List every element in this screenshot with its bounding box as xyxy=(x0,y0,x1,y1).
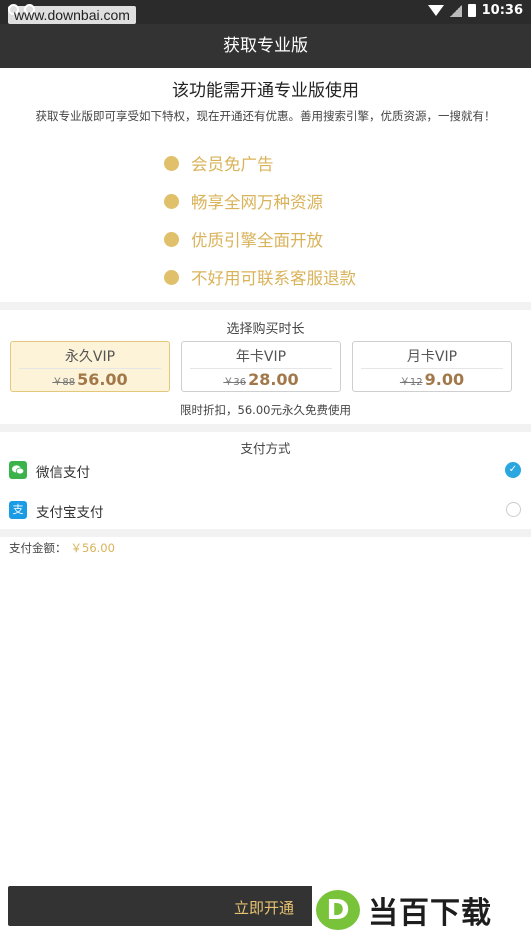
feature-item: 会员免广告 xyxy=(164,144,356,182)
brand-logo-icon: D xyxy=(316,890,360,930)
plan-new-price: 56.00 xyxy=(77,370,128,389)
payment-method-alipay[interactable]: 支 支付宝支付 xyxy=(0,493,531,529)
plan-monthly-vip[interactable]: 月卡VIP ￥12 9.00 xyxy=(352,341,512,392)
intro-heading: 该功能需开通专业版使用 xyxy=(172,81,359,101)
feature-label: 不好用可联系客服退款 xyxy=(191,269,356,288)
bullet-icon xyxy=(164,231,179,247)
status-time: 10:36 xyxy=(481,3,523,18)
section-divider xyxy=(0,529,531,537)
feature-label: 优质引擎全面开放 xyxy=(191,231,323,250)
activate-now-label: 立即开通 xyxy=(234,899,295,917)
radio-unchecked-icon[interactable] xyxy=(506,502,521,517)
plan-old-price: ￥12 xyxy=(399,377,423,388)
plan-price: ￥36 28.00 xyxy=(190,368,332,389)
feature-label: 会员免广告 xyxy=(191,155,274,174)
bullet-icon xyxy=(164,193,179,209)
section-divider xyxy=(0,302,531,310)
cell-signal-icon xyxy=(449,4,462,17)
feature-label: 畅享全网万种资源 xyxy=(191,193,323,212)
radio-checked-icon[interactable]: ✓ xyxy=(505,462,521,478)
plan-new-price: 9.00 xyxy=(424,370,465,389)
plan-price: ￥88 56.00 xyxy=(19,368,161,389)
watermark: www.downbai.com xyxy=(8,6,136,24)
brand-logo-text: 当百下载 xyxy=(368,896,492,931)
feature-item: 优质引擎全面开放 xyxy=(164,220,356,258)
alipay-icon: 支 xyxy=(9,501,27,519)
payment-method-label: 微信支付 xyxy=(36,465,90,481)
payment-amount-label: 支付金额： xyxy=(9,541,67,555)
battery-icon xyxy=(467,4,476,17)
wifi-icon xyxy=(427,5,444,16)
bullet-icon xyxy=(164,269,179,285)
plan-price: ￥12 9.00 xyxy=(361,368,503,389)
page-title: 获取专业版 xyxy=(0,24,531,68)
payment-method-wechat[interactable]: 微信支付 ✓ xyxy=(0,453,531,489)
plan-name: 永久VIP xyxy=(64,349,116,365)
feature-item: 畅享全网万种资源 xyxy=(164,182,356,220)
plan-name: 年卡VIP xyxy=(235,349,287,365)
status-bar: 10:36 www.downbai.com xyxy=(0,0,531,24)
plan-lifetime-vip[interactable]: 永久VIP ￥88 56.00 xyxy=(10,341,170,392)
plan-name: 月卡VIP xyxy=(406,349,458,365)
payment-amount-value: ￥56.00 xyxy=(70,541,115,555)
brand-watermark-logo: D 当百下载 xyxy=(312,886,522,934)
plan-yearly-vip[interactable]: 年卡VIP ￥36 28.00 xyxy=(181,341,341,392)
promo-note: 限时折扣，56.00元永久免费使用 xyxy=(180,403,351,417)
bullet-icon xyxy=(164,155,179,171)
plan-old-price: ￥36 xyxy=(223,377,247,388)
intro-subtitle: 获取专业版即可享受如下特权，现在开通还有优惠。善用搜索引擎，优质资源，一搜就有！ xyxy=(35,109,496,123)
feature-list: 会员免广告 畅享全网万种资源 优质引擎全面开放 不好用可联系客服退款 xyxy=(164,144,356,296)
plan-new-price: 28.00 xyxy=(248,370,299,389)
feature-item: 不好用可联系客服退款 xyxy=(164,258,356,296)
wechat-icon xyxy=(9,461,27,479)
payment-method-label: 支付宝支付 xyxy=(36,505,104,521)
plan-old-price: ￥88 xyxy=(52,377,76,388)
duration-title: 选择购买时长 xyxy=(226,322,305,337)
section-divider xyxy=(0,424,531,432)
status-system-icons: 10:36 xyxy=(427,3,523,18)
payment-amount: 支付金额： ￥56.00 xyxy=(9,540,115,556)
